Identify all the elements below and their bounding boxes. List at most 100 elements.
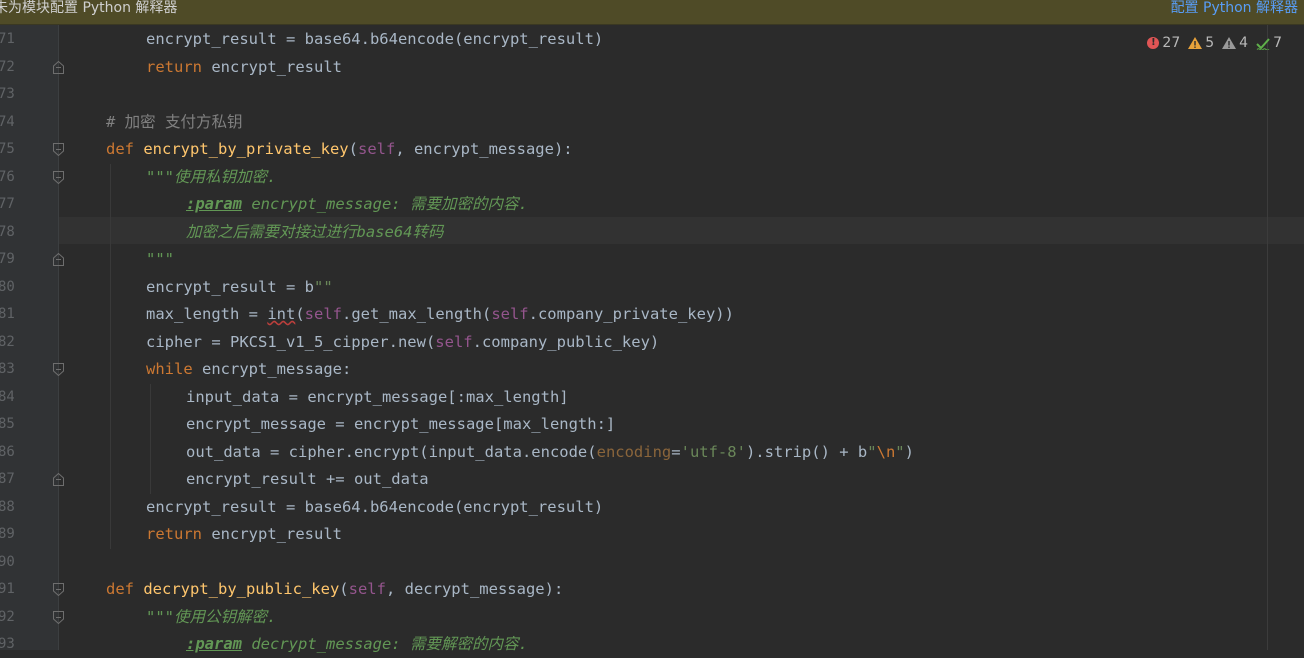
line-number: 78 (0, 223, 14, 240)
code-line[interactable]: encrypt_result = base64.b64encode(encryp… (146, 26, 1266, 53)
editor-scrollbar[interactable] (1266, 25, 1304, 650)
indent-guide (150, 383, 151, 494)
code-line[interactable]: out_data = cipher.encrypt(input_data.enc… (186, 439, 1266, 466)
code-token: out_data = cipher.encrypt(input_data.enc… (186, 442, 597, 461)
code-token: decrypt_by_public_key (143, 580, 340, 598)
fold-marker-icon[interactable] (53, 610, 64, 624)
code-line[interactable]: encrypt_result = base64.b64encode(encryp… (146, 494, 1266, 521)
fold-marker-icon[interactable] (53, 143, 64, 156)
code-token: def (106, 140, 144, 158)
code-token: encoding (596, 442, 672, 461)
code-line[interactable]: encrypt_result += out_data (186, 466, 1266, 493)
code-token: # 加密 支付方私钥 (106, 112, 243, 131)
code-line[interactable]: # 加密 支付方私钥 (106, 109, 1266, 136)
code-line[interactable]: return encrypt_result (146, 54, 1266, 81)
code-line[interactable]: :param decrypt_message: 需要解密的内容. (186, 631, 1266, 658)
error-icon: ! (1147, 37, 1160, 49)
warning-icon (1188, 37, 1203, 49)
line-number: 93 (0, 636, 14, 652)
code-token: encrypt_result = base64.b64encode(encryp… (146, 497, 604, 516)
line-number: 88 (0, 498, 14, 515)
code-line[interactable] (66, 81, 1266, 108)
weak-warning-icon (1222, 37, 1237, 49)
line-number: 92 (0, 608, 14, 625)
line-number: 77 (0, 196, 14, 212)
line-number: 79 (0, 251, 14, 267)
code-token: encrypt_message: (192, 360, 352, 378)
code-token: ( (339, 580, 349, 598)
code-line[interactable]: encrypt_result = b"" (146, 274, 1266, 301)
code-token: self (357, 140, 396, 158)
weak-warning-count[interactable]: 4 (1222, 35, 1248, 51)
code-line[interactable]: return encrypt_result (146, 521, 1266, 548)
line-number: 81 (0, 306, 14, 322)
code-token: .get_max_length( (342, 305, 492, 323)
code-token: :param (186, 195, 242, 213)
line-number: 85 (0, 416, 14, 432)
code-token: encrypt_result (202, 57, 342, 76)
code-token: .company_private_key)) (528, 305, 734, 323)
code-line[interactable]: input_data = encrypt_message[:max_length… (186, 384, 1266, 411)
code-line[interactable]: cipher = PKCS1_v1_5_cipper.new(self.comp… (146, 329, 1266, 356)
line-number: 76 (0, 168, 14, 185)
typo-count[interactable]: 7 (1256, 35, 1282, 51)
code-token: decrypt_message: 需要解密的内容. (242, 635, 528, 653)
code-line[interactable]: max_length = int(self.get_max_length(sel… (146, 301, 1266, 328)
code-token: 加密之后需要对接过进行base64转码 (186, 222, 444, 241)
code-token: int (267, 305, 296, 323)
code-token: ( (348, 140, 358, 158)
code-line[interactable]: encrypt_message = encrypt_message[max_le… (186, 411, 1266, 438)
fold-marker-icon[interactable] (53, 170, 64, 184)
code-token: input_data = encrypt_message[:max_length… (186, 387, 569, 406)
typo-check-icon (1256, 37, 1270, 50)
code-line[interactable]: def decrypt_by_public_key(self, decrypt_… (106, 576, 1266, 603)
weak-warning-count-value: 4 (1239, 35, 1249, 51)
fold-marker-icon[interactable] (53, 363, 64, 376)
code-token: encrypt_result = b (146, 277, 314, 296)
line-number: 90 (0, 553, 14, 570)
code-line[interactable]: :param encrypt_message: 需要加密的内容. (186, 191, 1266, 218)
code-token: encrypt_result += out_data (186, 470, 429, 488)
code-token: ( (295, 305, 305, 323)
code-token: :param (186, 635, 242, 653)
warning-count-value: 5 (1205, 35, 1215, 51)
code-token: self (435, 332, 473, 351)
code-line[interactable]: """使用公钥解密. (146, 604, 1266, 631)
code-line[interactable]: def encrypt_by_private_key(self, encrypt… (106, 136, 1266, 163)
code-token: " (867, 442, 877, 461)
line-number: 75 (0, 141, 14, 157)
code-line[interactable]: """使用私钥加密. (146, 164, 1266, 191)
error-count[interactable]: ! 27 (1147, 35, 1180, 51)
code-token: def (106, 580, 144, 598)
code-token: max_length = (146, 305, 268, 323)
gutter-divider (58, 25, 59, 650)
code-line[interactable] (66, 549, 1266, 576)
code-token: self (491, 305, 529, 323)
line-number: 71 (0, 31, 14, 47)
code-line[interactable]: """ (146, 246, 1266, 273)
code-token: ) (904, 442, 914, 461)
code-token: "" (313, 277, 333, 296)
code-token: , decrypt_message): (385, 580, 564, 598)
code-line[interactable]: while encrypt_message: (146, 356, 1266, 383)
code-token: self (348, 580, 386, 598)
fold-marker-icon[interactable] (53, 583, 64, 596)
inspection-widget[interactable]: ! 27 5 4 7 (1147, 33, 1282, 53)
code-token: encrypt_result = base64.b64encode(encryp… (146, 30, 604, 48)
line-number: 86 (0, 443, 14, 460)
code-token: encrypt_result (202, 525, 342, 543)
warning-count[interactable]: 5 (1188, 35, 1214, 51)
line-number: 80 (0, 278, 14, 295)
fold-marker-icon[interactable] (53, 60, 64, 74)
error-count-value: 27 (1162, 35, 1181, 51)
line-number: 83 (0, 361, 14, 377)
configure-interpreter-link[interactable]: 配置 Python 解释器 (1171, 0, 1298, 17)
fold-marker-icon[interactable] (53, 253, 64, 266)
code-token: , encrypt_message): (395, 140, 573, 158)
indent-guide (110, 163, 111, 549)
line-number: 91 (0, 581, 14, 597)
code-token: encrypt_message = encrypt_message[max_le… (186, 415, 616, 433)
fold-marker-icon[interactable] (53, 473, 64, 486)
code-token: " (895, 442, 905, 461)
code-line[interactable]: 加密之后需要对接过进行base64转码 (186, 219, 1266, 246)
